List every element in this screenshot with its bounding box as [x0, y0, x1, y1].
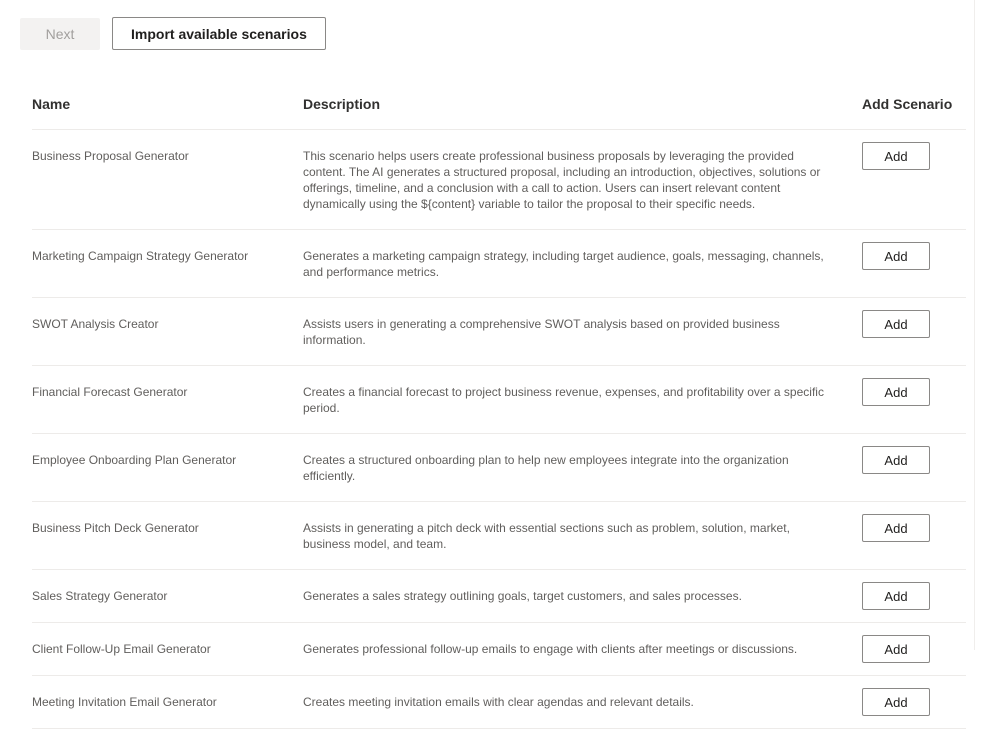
add-scenario-button[interactable]: Add	[862, 310, 930, 338]
table-body: Business Proposal Generator This scenario…	[32, 129, 966, 729]
add-scenario-button[interactable]: Add	[862, 582, 930, 610]
scenario-action-cell: Add	[862, 675, 966, 729]
scenario-description: Creates meeting invitation emails with c…	[303, 675, 862, 729]
toolbar: Next Import available scenarios	[20, 17, 326, 50]
scenario-action-cell: Add	[862, 129, 966, 230]
scenario-description: Assists in generating a pitch deck with …	[303, 501, 862, 570]
table-row: Sales Strategy Generator Generates a sale…	[32, 569, 966, 623]
add-scenario-button[interactable]: Add	[862, 688, 930, 716]
table-row: Financial Forecast Generator Creates a fi…	[32, 365, 966, 434]
add-scenario-button[interactable]: Add	[862, 378, 930, 406]
scenario-import-page: Next Import available scenarios Name Des…	[0, 0, 982, 729]
scenario-description: Generates a marketing campaign strategy,…	[303, 229, 862, 298]
scenario-name: Client Follow-Up Email Generator	[32, 622, 303, 676]
scenario-description: Creates a financial forecast to project …	[303, 365, 862, 434]
add-scenario-button[interactable]: Add	[862, 142, 930, 170]
scenario-name: Business Pitch Deck Generator	[32, 501, 303, 570]
scenario-action-cell: Add	[862, 365, 966, 434]
table-header: Name Description Add Scenario	[32, 96, 966, 130]
table-row: Meeting Invitation Email Generator Create…	[32, 675, 966, 729]
table-row: Business Pitch Deck Generator Assists in …	[32, 501, 966, 570]
import-available-scenarios-button[interactable]: Import available scenarios	[112, 17, 326, 50]
column-header-add-scenario: Add Scenario	[862, 96, 966, 130]
add-scenario-button[interactable]: Add	[862, 635, 930, 663]
scenario-action-cell: Add	[862, 569, 966, 623]
column-header-description: Description	[303, 96, 862, 130]
column-header-name: Name	[32, 96, 303, 130]
table-row: Marketing Campaign Strategy Generator Gen…	[32, 229, 966, 298]
scenario-name: Marketing Campaign Strategy Generator	[32, 229, 303, 298]
table-row: Client Follow-Up Email Generator Generate…	[32, 622, 966, 676]
table-row: SWOT Analysis Creator Assists users in ge…	[32, 297, 966, 366]
next-button[interactable]: Next	[20, 17, 100, 50]
table-row: Business Proposal Generator This scenario…	[32, 129, 966, 230]
scenario-description: Assists users in generating a comprehens…	[303, 297, 862, 366]
scenarios-table: Name Description Add Scenario Business P…	[32, 96, 966, 729]
scenario-name: Business Proposal Generator	[32, 129, 303, 230]
add-scenario-button[interactable]: Add	[862, 514, 930, 542]
table-row: Employee Onboarding Plan Generator Create…	[32, 433, 966, 502]
page-right-edge	[974, 0, 975, 650]
scenario-action-cell: Add	[862, 622, 966, 676]
table-header-row: Name Description Add Scenario	[32, 96, 966, 130]
scenario-action-cell: Add	[862, 297, 966, 366]
scenario-action-cell: Add	[862, 433, 966, 502]
scenario-name: Financial Forecast Generator	[32, 365, 303, 434]
scenario-name: Meeting Invitation Email Generator	[32, 675, 303, 729]
scenario-name: Employee Onboarding Plan Generator	[32, 433, 303, 502]
scenario-name: SWOT Analysis Creator	[32, 297, 303, 366]
scenario-action-cell: Add	[862, 501, 966, 570]
scenario-description: Generates professional follow-up emails …	[303, 622, 862, 676]
scenario-action-cell: Add	[862, 229, 966, 298]
add-scenario-button[interactable]: Add	[862, 446, 930, 474]
scenario-description: This scenario helps users create profess…	[303, 129, 862, 230]
scenario-name: Sales Strategy Generator	[32, 569, 303, 623]
add-scenario-button[interactable]: Add	[862, 242, 930, 270]
scenario-description: Creates a structured onboarding plan to …	[303, 433, 862, 502]
scenario-description: Generates a sales strategy outlining goa…	[303, 569, 862, 623]
